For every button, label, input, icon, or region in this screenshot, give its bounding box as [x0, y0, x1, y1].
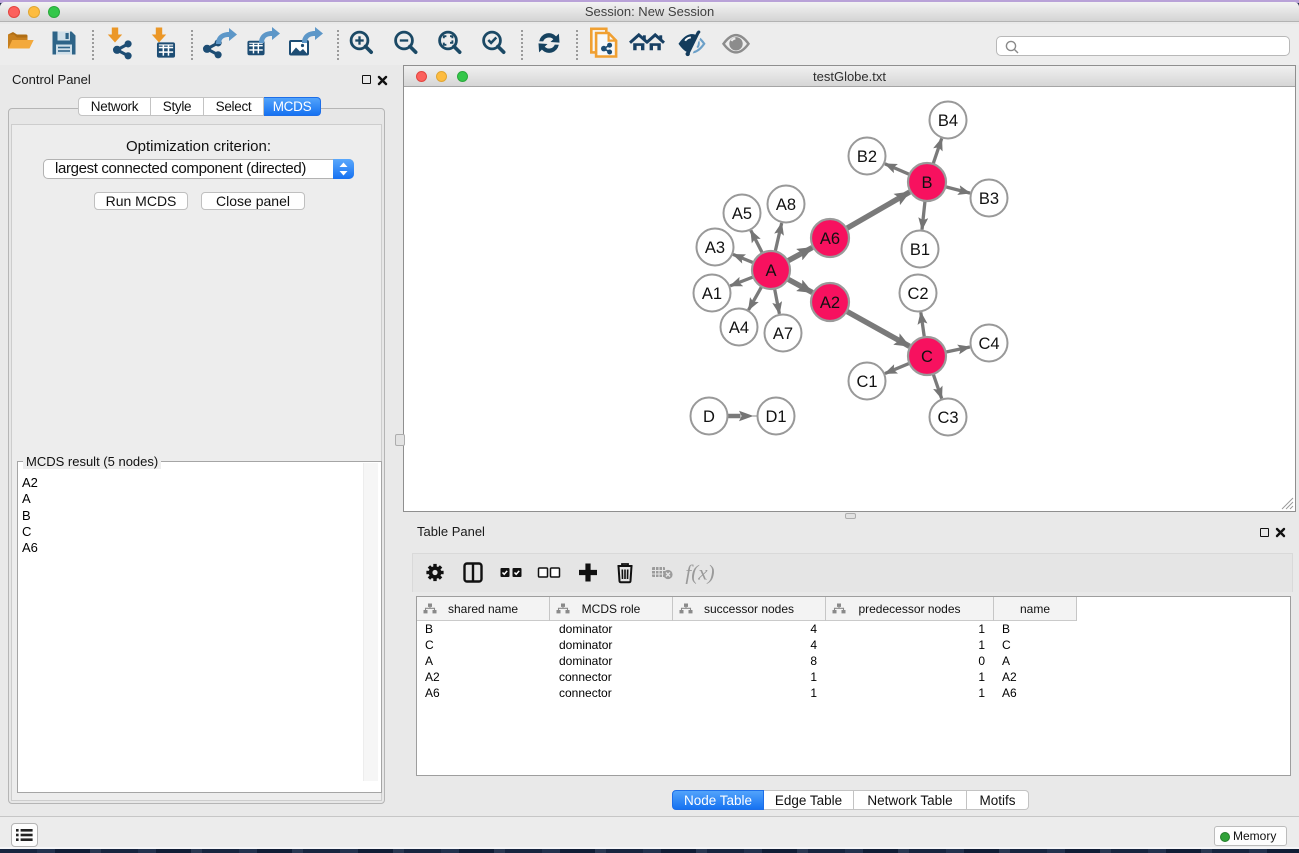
svg-text:D: D [703, 408, 715, 426]
svg-text:C3: C3 [937, 409, 958, 427]
svg-text:B: B [921, 174, 932, 192]
svg-text:D1: D1 [765, 408, 786, 426]
svg-text:B3: B3 [979, 190, 999, 208]
svg-text:B2: B2 [857, 148, 877, 166]
svg-text:C1: C1 [856, 373, 877, 391]
svg-text:A8: A8 [776, 196, 796, 214]
svg-text:A6: A6 [820, 230, 840, 248]
svg-text:A4: A4 [729, 319, 749, 337]
svg-text:A1: A1 [702, 285, 722, 303]
svg-text:f(x): f(x) [685, 561, 714, 585]
svg-text:A3: A3 [705, 239, 725, 257]
svg-text:A5: A5 [732, 205, 752, 223]
svg-text:B1: B1 [910, 241, 930, 259]
svg-text:B4: B4 [938, 112, 958, 130]
svg-text:C: C [921, 348, 933, 366]
svg-text:A: A [765, 262, 776, 280]
svg-text:A2: A2 [820, 294, 840, 312]
svg-text:C4: C4 [978, 335, 999, 353]
svg-text:C2: C2 [907, 285, 928, 303]
svg-text:A7: A7 [773, 325, 793, 343]
